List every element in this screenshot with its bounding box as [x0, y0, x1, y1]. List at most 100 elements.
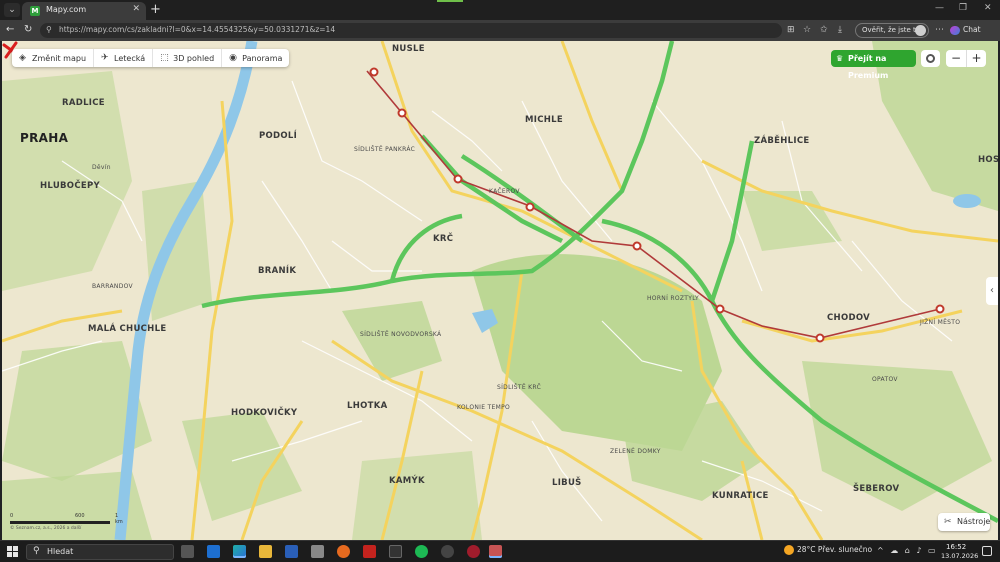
label-opatov: OPATOV — [872, 376, 898, 383]
aerial-label: Letecká — [114, 53, 146, 63]
view-3d-button[interactable]: ⬚ 3D pohled — [153, 49, 223, 67]
zoom-in-button[interactable]: + — [966, 50, 986, 67]
firefox-icon[interactable] — [337, 545, 350, 558]
profile-button[interactable]: Ověřit, že jste to vy — [855, 23, 929, 47]
app-icon-gray[interactable] — [311, 545, 324, 558]
tab-title: Mapy.com — [46, 5, 87, 14]
mapy-app-icon[interactable] — [489, 545, 502, 558]
app-icon-red[interactable] — [467, 545, 480, 558]
tab-bar: ⌄ M Mapy.com ✕ + — ❐ ✕ — [0, 0, 1000, 20]
spotify-icon[interactable] — [415, 545, 428, 558]
minimize-icon[interactable]: — — [935, 3, 944, 13]
site-info-icon[interactable]: ⚲ — [46, 25, 56, 35]
label-kacerov: KAČEROV — [489, 188, 520, 195]
label-mala-chuchle: MALÁ CHUCHLE — [88, 324, 167, 334]
back-icon[interactable]: ← — [6, 24, 14, 35]
outlook-icon[interactable] — [207, 545, 220, 558]
label-zabehlice: ZÁBĚHLICE — [754, 136, 810, 146]
tools-button[interactable]: ✂ Nástroje — [938, 513, 990, 531]
aerial-button[interactable]: ✈ Letecká — [94, 49, 154, 67]
label-hodkovicky: HODKOVIČKY — [231, 408, 298, 418]
crown-icon: ♛ — [836, 54, 844, 63]
label-hostivar: HOST — [978, 155, 998, 165]
tab-accent — [437, 0, 463, 2]
label-kunratice: KUNRATICE — [712, 491, 769, 501]
scale-label-0: 0 — [10, 513, 14, 519]
label-nusle: NUSLE — [392, 44, 425, 54]
more-icon[interactable]: ⋯ — [935, 25, 944, 35]
label-kamyk: KAMÝK — [389, 476, 425, 486]
label-lhotka: LHOTKA — [347, 401, 388, 411]
layers-icon: ◈ — [19, 52, 26, 63]
window-close-icon[interactable]: ✕ — [984, 3, 992, 13]
premium-button[interactable]: ♛ Přejít na Premium — [831, 50, 916, 80]
favorite-star-icon[interactable]: ☆ — [803, 25, 811, 35]
task-view-icon[interactable] — [181, 545, 194, 558]
tab-mapy[interactable]: M Mapy.com ✕ — [22, 2, 146, 20]
tab-menu-icon[interactable]: ⌄ — [4, 3, 20, 17]
target-icon — [926, 54, 935, 63]
search-icon: ⚲ — [33, 546, 40, 556]
sun-icon — [784, 545, 794, 555]
label-sidliste-pankrac: SÍDLIŠTĚ PANKRÁC — [354, 146, 416, 153]
media-player-icon[interactable] — [441, 545, 454, 558]
label-libus: LIBUŠ — [552, 478, 582, 488]
label-barrandov: BARRANDOV — [92, 283, 133, 290]
map-view-toolbar: ◈ Změnit mapu ✈ Letecká ⬚ 3D pohled ◉ Pa… — [12, 49, 290, 67]
change-map-button[interactable]: ◈ Změnit mapu — [12, 49, 95, 67]
favorites-icon[interactable]: ✩ — [820, 25, 828, 35]
clock-time[interactable]: 16:52 — [946, 543, 966, 551]
windows-taskbar: ⚲ Hledat 28°C Přev. slunečno ^ ☁ ⌂ ♪ ▭ 1… — [0, 540, 1000, 562]
new-tab-icon[interactable]: + — [150, 2, 161, 17]
address-bar: ← ↻ ⚲ https://mapy.com/cs/zakladni?l=0&x… — [0, 20, 1000, 47]
windows-start-icon[interactable] — [7, 546, 18, 557]
system-tray-icons[interactable]: ^ ☁ ⌂ ♪ ▭ — [877, 546, 938, 555]
tools-label: Nástroje — [957, 517, 991, 526]
maximize-icon[interactable]: ❐ — [959, 3, 967, 13]
zoom-out-button[interactable]: − — [946, 50, 966, 67]
label-devin: Děvín — [92, 164, 111, 171]
scale-label-1km: 1 km — [115, 513, 123, 525]
label-michle: MICHLE — [525, 115, 563, 125]
label-radlice: RADLICE — [62, 98, 105, 108]
tab-close-icon[interactable]: ✕ — [132, 4, 140, 14]
copilot-chat-button[interactable]: Chat — [950, 25, 981, 35]
map-copyright[interactable]: © Seznam.cz, a.s., 2026 a další — [10, 526, 81, 531]
eye-icon: ◉ — [229, 52, 238, 63]
avatar-icon — [915, 25, 926, 36]
premium-label: Přejít na Premium — [848, 54, 889, 80]
label-sidliste-novodvorska: SÍDLIŠTĚ NOVODVORSKÁ — [360, 331, 442, 338]
label-kolonie-tempo: KOLONIE TEMPO — [457, 404, 511, 411]
side-panel-chevron-icon[interactable]: ‹ — [986, 277, 998, 305]
label-branik: BRANÍK — [258, 266, 297, 276]
url-text[interactable]: https://mapy.com/cs/zakladni?l=0&x=14.45… — [59, 25, 335, 34]
copilot-icon — [950, 25, 960, 35]
label-jizni-mesto: JIŽNÍ MĚSTO — [920, 319, 961, 326]
chat-label: Chat — [963, 25, 981, 34]
search-placeholder: Hledat — [47, 547, 74, 556]
taskbar-search[interactable]: ⚲ Hledat — [26, 544, 174, 560]
acrobat-icon[interactable] — [363, 545, 376, 558]
url-field[interactable]: ⚲ https://mapy.com/cs/zakladni?l=0&x=14.… — [40, 23, 782, 38]
panorama-button[interactable]: ◉ Panorama — [222, 49, 289, 67]
clock-date[interactable]: 13.07.2026 — [941, 552, 978, 560]
label-praha: PRAHA — [20, 131, 69, 145]
map-graphics — [2, 41, 998, 540]
change-map-label: Změnit mapu — [32, 53, 87, 63]
word-icon[interactable] — [285, 545, 298, 558]
panorama-label: Panorama — [242, 53, 283, 63]
app-icon-m[interactable] — [389, 545, 402, 558]
label-hlubocepy: HLUBOČEPY — [40, 181, 100, 191]
reload-icon[interactable]: ↻ — [24, 24, 32, 35]
download-icon[interactable]: ⤓ — [838, 25, 842, 35]
edge-icon[interactable] — [233, 545, 246, 558]
map-canvas[interactable]: PRAHA RADLICE HLUBOČEPY Děvín BARRANDOV … — [2, 41, 998, 540]
ruler-icon: ✂ — [944, 517, 952, 527]
file-explorer-icon[interactable] — [259, 545, 272, 558]
locate-me-button[interactable] — [921, 50, 940, 67]
weather-widget[interactable]: 28°C Přev. slunečno — [784, 545, 872, 555]
view-3d-label: 3D pohled — [173, 53, 215, 63]
app-icon[interactable]: ⊞ — [787, 25, 795, 35]
label-zelene-domky: ZELENÉ DOMKY — [610, 448, 661, 455]
notification-icon[interactable] — [982, 546, 992, 556]
